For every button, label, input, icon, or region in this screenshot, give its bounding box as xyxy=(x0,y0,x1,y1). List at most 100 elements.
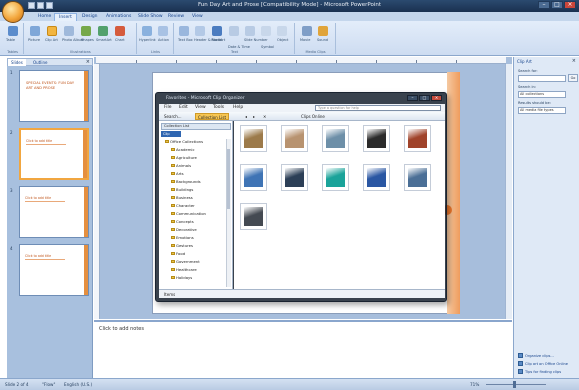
slide-number-icon[interactable] xyxy=(245,26,255,36)
clip-thumbnail[interactable] xyxy=(240,164,267,191)
picture-icon[interactable] xyxy=(30,26,40,36)
tab-insert[interactable]: Insert xyxy=(54,13,77,21)
tree-item[interactable]: Buildings xyxy=(171,187,193,192)
tab-animations[interactable]: Animations xyxy=(102,13,135,21)
office-online-link[interactable]: Clip art on Office Online xyxy=(518,361,568,366)
menu-file[interactable]: File xyxy=(164,105,172,110)
maximize-button[interactable]: □ xyxy=(551,1,563,9)
tree-item[interactable]: Agriculture xyxy=(171,155,197,160)
tab-design[interactable]: Design xyxy=(78,13,102,21)
header-footer-icon[interactable] xyxy=(195,26,205,36)
slide-thumbnail-2[interactable]: Click to add title xyxy=(19,128,89,180)
text-box-label[interactable]: Text Box xyxy=(178,38,193,42)
movie-label[interactable]: Movie xyxy=(300,38,310,42)
photo-album-icon[interactable] xyxy=(64,26,74,36)
menu-tools[interactable]: Tools xyxy=(213,105,224,110)
back-icon[interactable]: ◂ xyxy=(243,113,249,120)
tab-home[interactable]: Home xyxy=(34,13,55,21)
tree-selected-tab[interactable]: Clip xyxy=(161,131,181,137)
tree-item[interactable]: Animals xyxy=(171,163,191,168)
link-text[interactable]: Tips for finding clips xyxy=(525,370,561,374)
tab-review[interactable]: Review xyxy=(164,13,188,21)
zoom-level[interactable]: 71% xyxy=(470,382,479,387)
forward-icon[interactable]: ▸ xyxy=(251,113,257,120)
tree-item[interactable]: Academic xyxy=(171,147,195,152)
close-button[interactable]: × xyxy=(431,95,442,101)
tab-view[interactable]: View xyxy=(188,13,207,21)
tree-item[interactable]: Office Collections xyxy=(165,139,203,144)
clip-art-label[interactable]: Clip Art xyxy=(45,38,58,42)
zoom-slider-handle[interactable] xyxy=(513,381,516,388)
language-indicator[interactable]: English (U.S.) xyxy=(64,382,92,387)
slide-number-label[interactable]: Slide Number xyxy=(244,38,268,42)
picture-label[interactable]: Picture xyxy=(28,38,40,42)
search-button[interactable]: Search... xyxy=(162,113,184,120)
date-time-icon[interactable] xyxy=(229,26,239,36)
clip-thumbnail[interactable] xyxy=(322,125,349,152)
smartart-icon[interactable] xyxy=(98,26,108,36)
close-icon[interactable]: × xyxy=(86,59,90,66)
tree-item[interactable]: Character xyxy=(171,203,195,208)
go-button[interactable]: Go xyxy=(568,74,578,82)
results-select[interactable]: All media file types xyxy=(518,107,566,114)
tree-item[interactable]: Arts xyxy=(171,171,184,176)
tree-item[interactable]: Concepts xyxy=(171,219,194,224)
tree-item[interactable]: Healthcare xyxy=(171,267,197,272)
search-input[interactable] xyxy=(518,75,566,82)
tree-item[interactable]: Government xyxy=(171,259,200,264)
link-text[interactable]: Organize clips... xyxy=(525,354,554,358)
clip-thumbnail[interactable] xyxy=(281,164,308,191)
clip-thumbnail[interactable] xyxy=(404,164,431,191)
tree-item[interactable]: Emotions xyxy=(171,235,194,240)
vertical-scrollbar[interactable] xyxy=(505,64,512,319)
search-in-select[interactable]: All collections xyxy=(518,91,566,98)
symbol-label[interactable]: Symbol xyxy=(261,45,274,49)
clip-thumbnail[interactable] xyxy=(363,164,390,191)
sound-label[interactable]: Sound xyxy=(317,38,328,42)
table-icon[interactable] xyxy=(8,26,18,36)
hyperlink-icon[interactable] xyxy=(142,26,152,36)
link-text[interactable]: Clip art on Office Online xyxy=(525,362,568,366)
object-icon[interactable] xyxy=(277,26,287,36)
clip-thumbnail[interactable] xyxy=(240,125,267,152)
help-search-input[interactable]: Type a question for help xyxy=(315,105,441,111)
tree-item[interactable]: Backgrounds xyxy=(171,179,201,184)
maximize-button[interactable]: □ xyxy=(419,95,430,101)
minimize-button[interactable]: – xyxy=(538,1,550,9)
slide-thumbnail-4[interactable]: Click to add title xyxy=(19,244,89,296)
action-label[interactable]: Action xyxy=(158,38,169,42)
clip-thumbnail[interactable] xyxy=(240,203,267,230)
clip-thumbnail[interactable] xyxy=(404,125,431,152)
tree-item[interactable]: Gestures xyxy=(171,243,193,248)
tree-item[interactable]: Decorative xyxy=(171,227,197,232)
slide-thumbnail-3[interactable]: Click to add title xyxy=(19,186,89,238)
tab-slide-show[interactable]: Slide Show xyxy=(134,13,167,21)
date-time-label[interactable]: Date & Time xyxy=(228,45,250,49)
clip-art-icon[interactable] xyxy=(47,26,57,36)
minimize-button[interactable]: – xyxy=(407,95,418,101)
menu-view[interactable]: View xyxy=(195,105,206,110)
delete-icon[interactable]: ✕ xyxy=(261,113,268,120)
tree-item[interactable]: Communication xyxy=(171,211,206,216)
tree-scroll-thumb[interactable] xyxy=(227,149,230,209)
close-icon[interactable]: × xyxy=(572,58,576,64)
tree-item[interactable]: Business xyxy=(171,195,193,200)
menu-help[interactable]: Help xyxy=(233,105,243,110)
clip-thumbnail[interactable] xyxy=(281,125,308,152)
wordart-icon[interactable] xyxy=(212,26,222,36)
action-icon[interactable] xyxy=(158,26,168,36)
organize-clips-link[interactable]: Organize clips... xyxy=(518,353,554,358)
shapes-label[interactable]: Shapes xyxy=(81,38,94,42)
notes-pane[interactable]: Click to add notes xyxy=(94,320,512,378)
shapes-icon[interactable] xyxy=(81,26,91,36)
wordart-label[interactable]: WordArt xyxy=(211,38,225,42)
clips-online-button[interactable]: Clips Online xyxy=(299,113,327,120)
tab-slides[interactable]: Slides xyxy=(8,59,26,66)
zoom-slider[interactable] xyxy=(486,384,546,385)
tips-link[interactable]: Tips for finding clips xyxy=(518,369,561,374)
slide-thumbnail-1[interactable]: SPECIAL EVENTS: FUN DAY ART AND PROSE xyxy=(19,70,89,122)
text-box-icon[interactable] xyxy=(179,26,189,36)
sound-icon[interactable] xyxy=(318,26,328,36)
chart-label[interactable]: Chart xyxy=(115,38,125,42)
clip-thumbnail[interactable] xyxy=(363,125,390,152)
